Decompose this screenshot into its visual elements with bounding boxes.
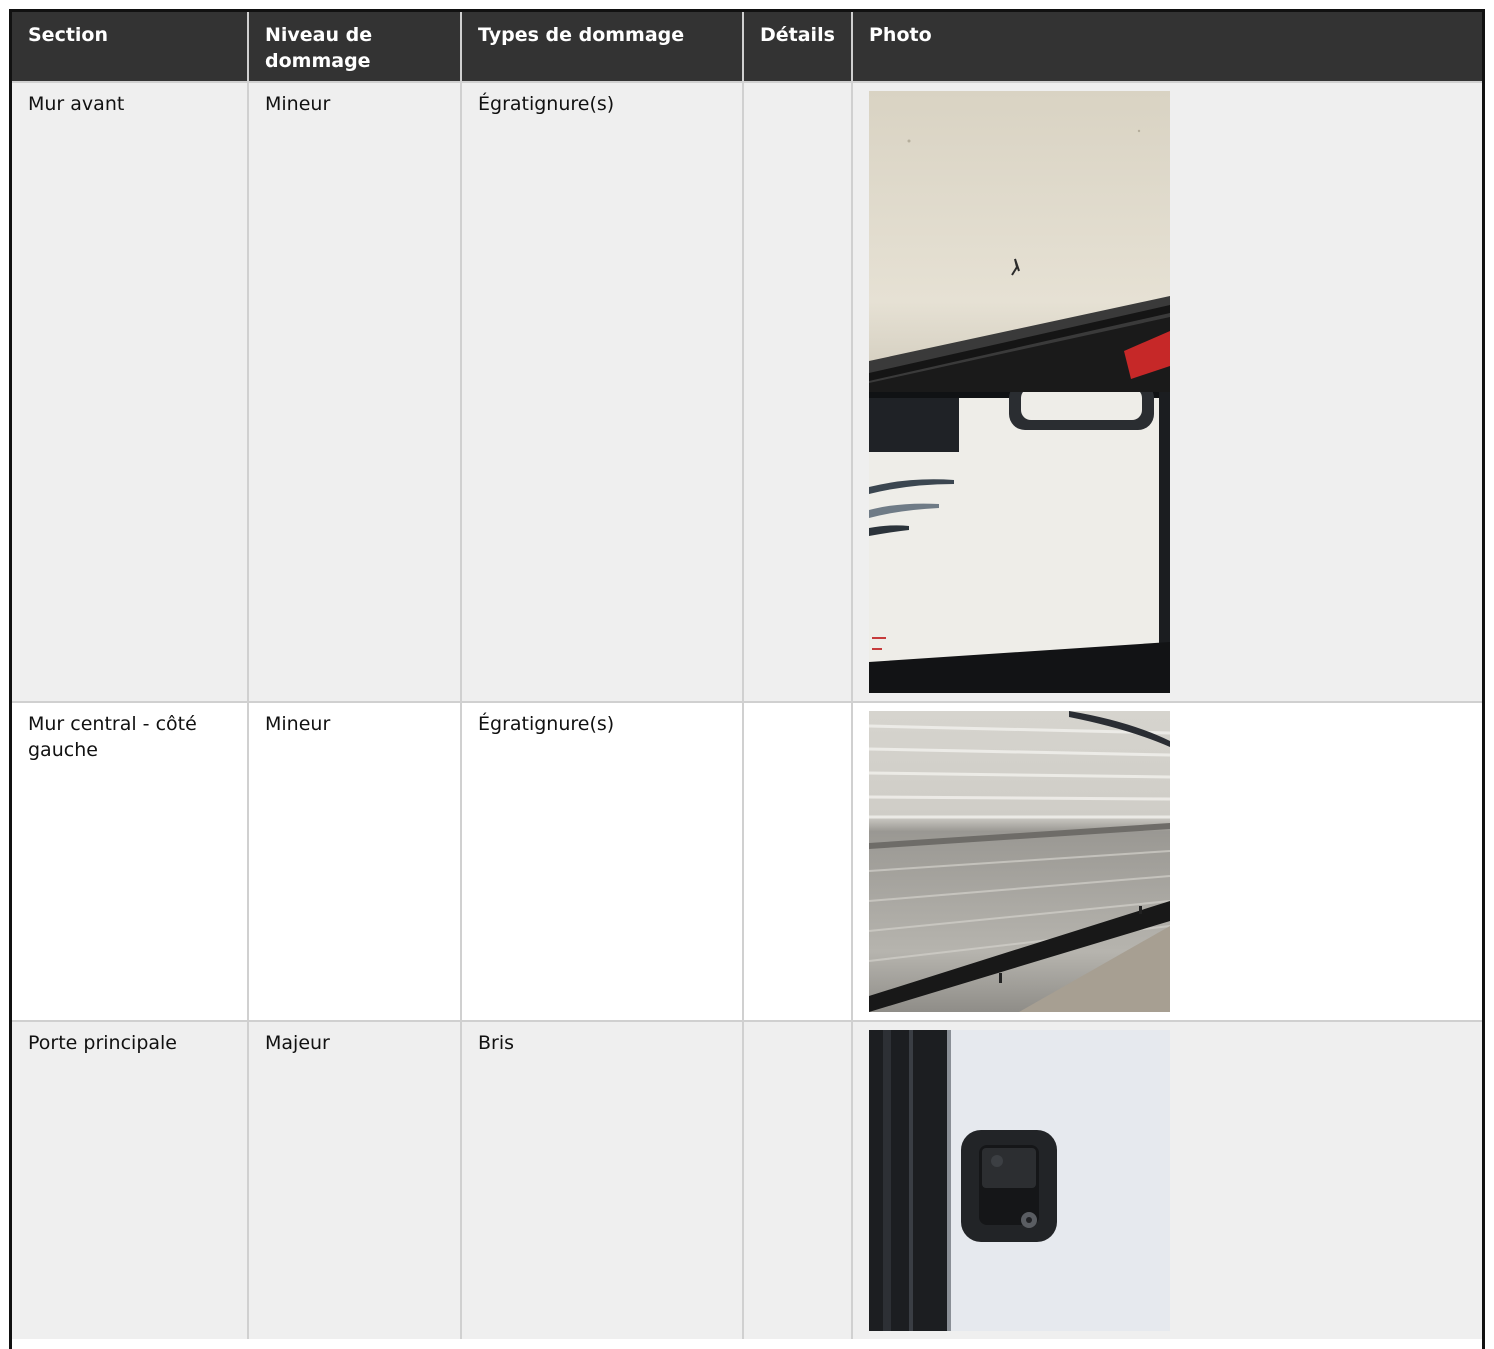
cell-types: Bris [461,1020,744,1339]
cell-niveau: Mineur [248,81,462,702]
table-row: Mur avant Mineur Égratignure(s) [12,81,1482,702]
cell-types: Égratignure(s) [461,701,744,1021]
cell-photo [852,701,1482,1021]
header-niveau: Niveau de dommage [248,12,462,82]
cell-details [743,701,853,1021]
table-row: Mur central - côté gauche Mineur Égratig… [12,701,1482,1021]
cell-photo [852,81,1482,702]
door-lock-photo[interactable] [869,1030,1170,1331]
cell-section: Mur central - côté gauche [12,701,249,1021]
cell-photo [852,1020,1482,1339]
header-types: Types de dommage [461,12,744,82]
table-row: Porte principale Majeur Bris [12,1020,1482,1339]
cell-niveau: Majeur [248,1020,462,1339]
cell-types: Égratignure(s) [461,81,744,702]
front-wall-door-photo[interactable] [869,392,1170,693]
damage-table: Section Niveau de dommage Types de domma… [12,12,1482,1339]
cell-section: Mur avant [12,81,249,702]
cell-details [743,81,853,702]
header-photo: Photo [852,12,1482,82]
cell-niveau: Mineur [248,701,462,1021]
header-details: Détails [743,12,853,82]
damage-report-frame: Section Niveau de dommage Types de domma… [9,9,1485,1349]
header-section: Section [12,12,249,82]
table-header-row: Section Niveau de dommage Types de domma… [12,12,1482,82]
cell-details [743,1020,853,1339]
front-wall-scratch-photo[interactable] [869,91,1170,392]
side-wall-siding-photo[interactable] [869,711,1170,1012]
cell-section: Porte principale [12,1020,249,1339]
